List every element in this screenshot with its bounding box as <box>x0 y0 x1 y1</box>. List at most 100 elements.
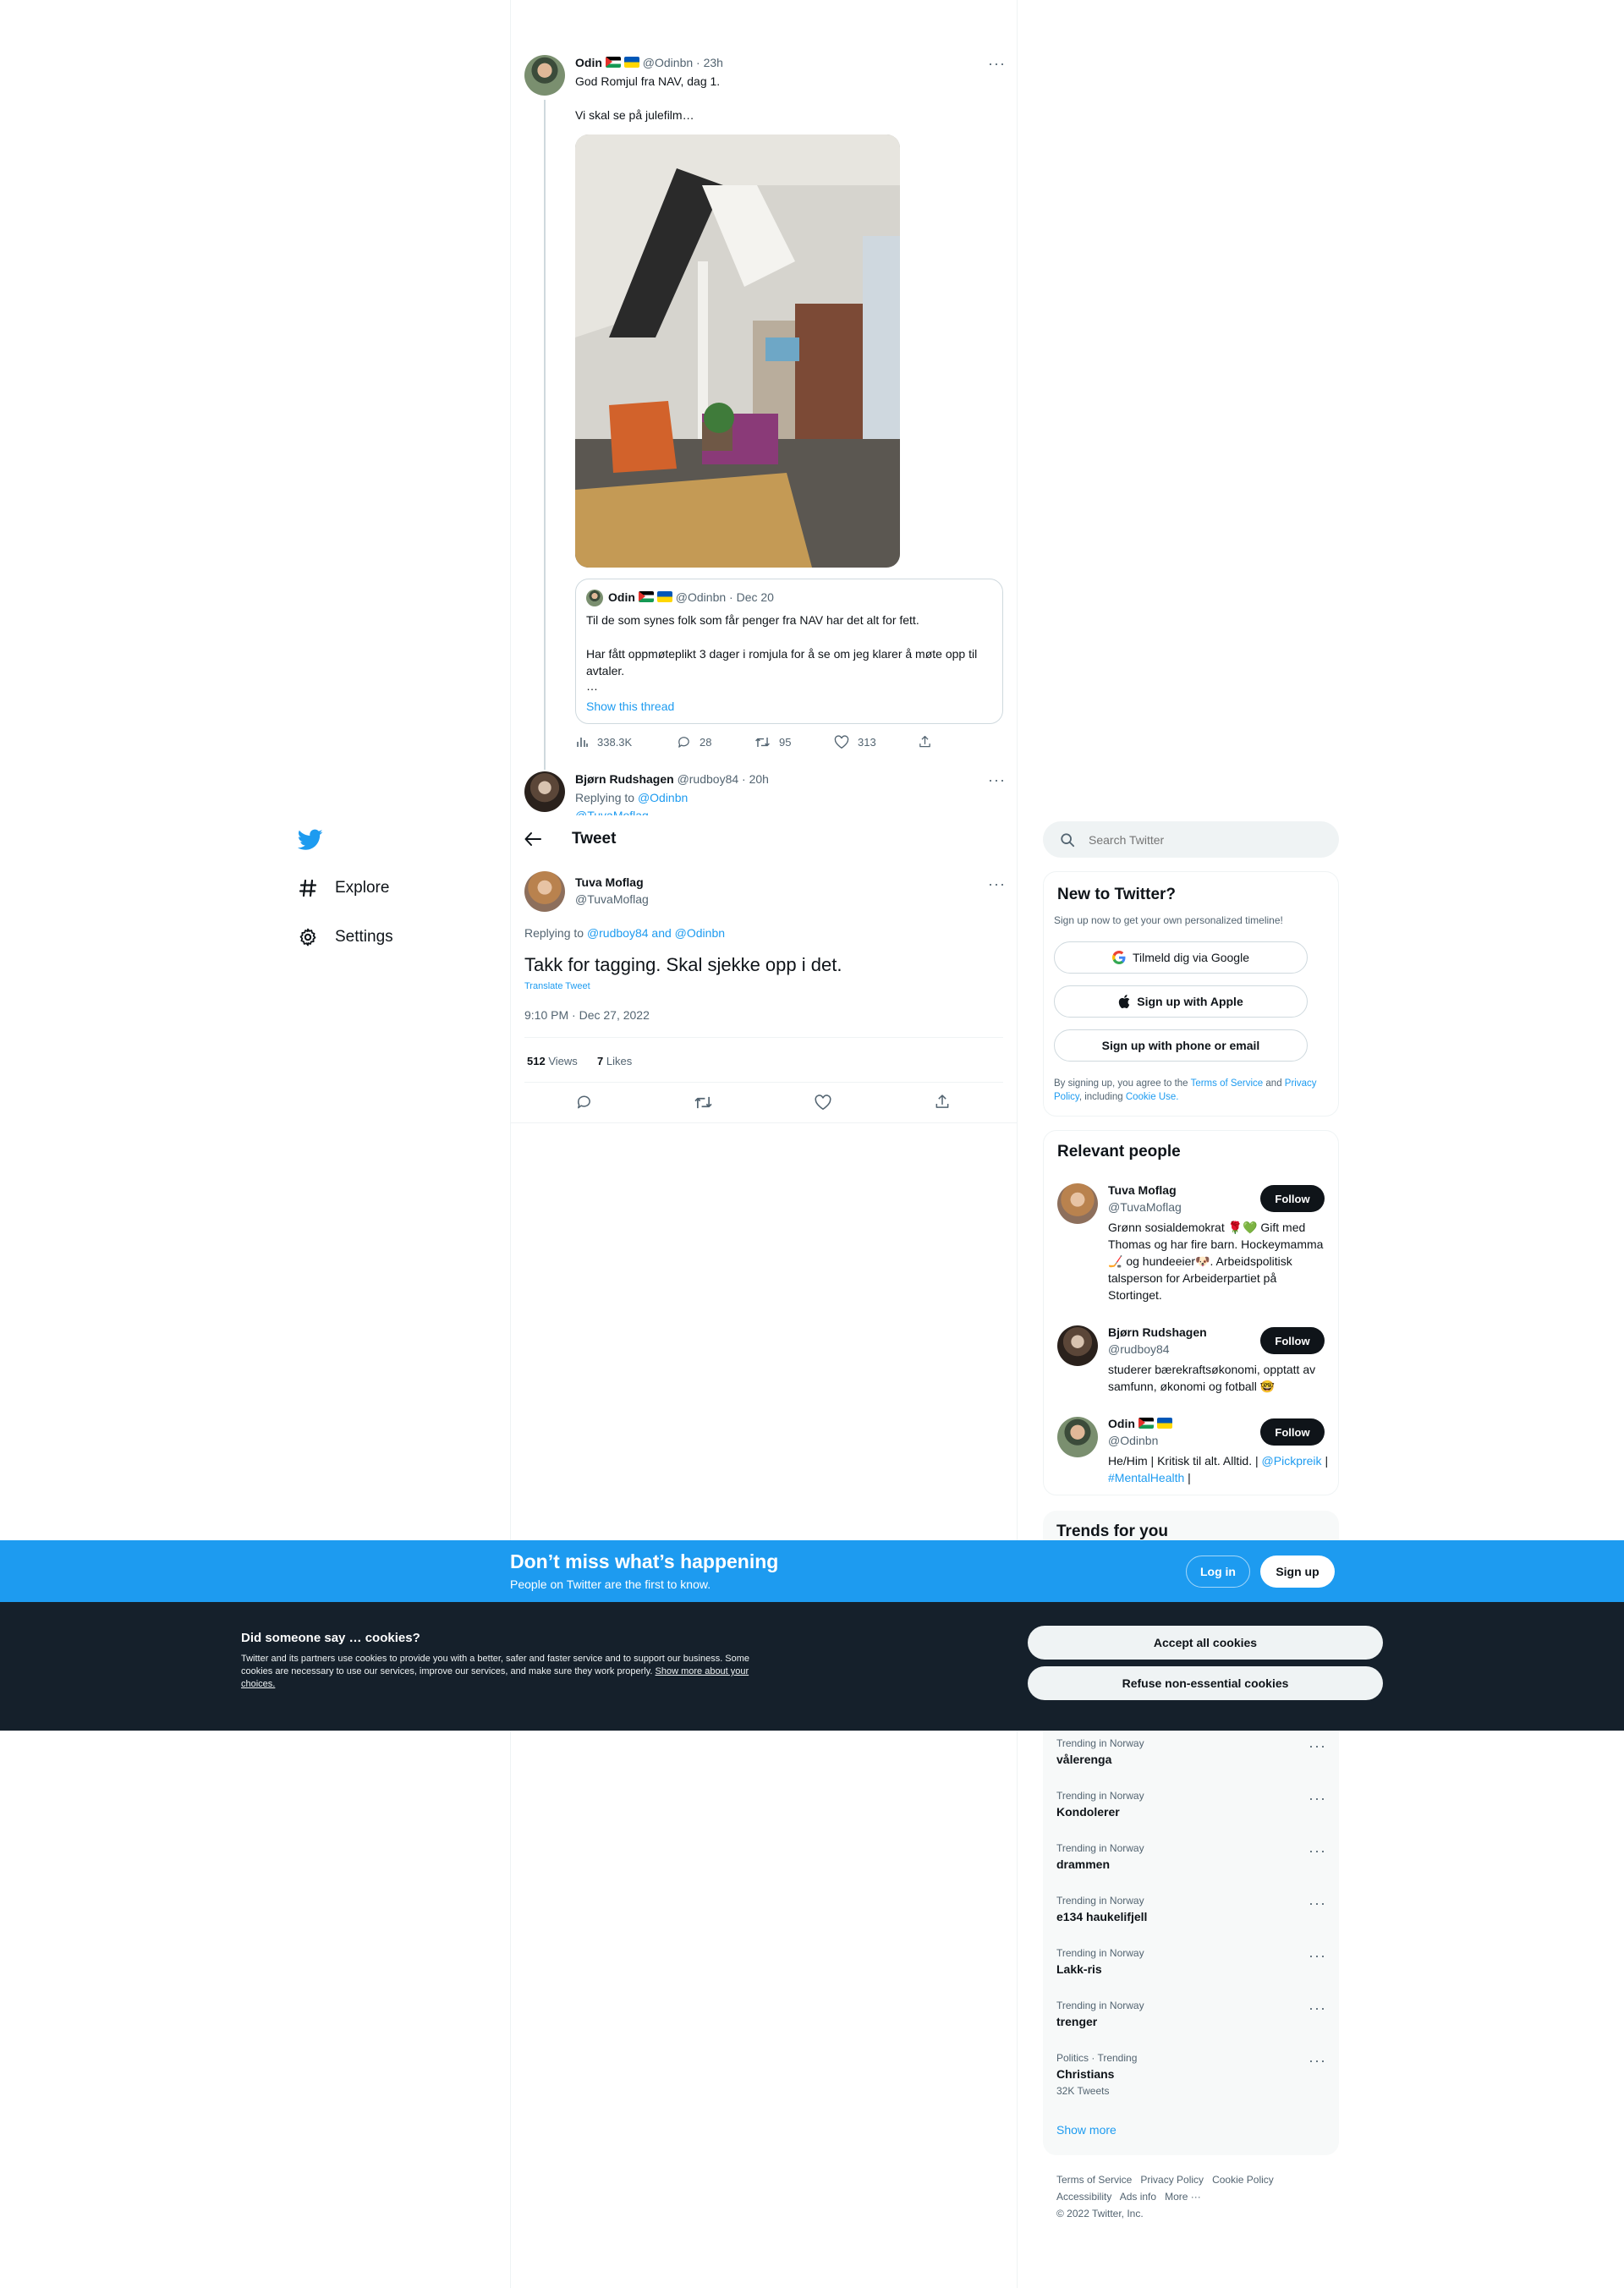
avatar[interactable] <box>524 771 565 812</box>
views-summary[interactable]: 512 Views <box>527 1055 578 1067</box>
person-handle[interactable]: @TuvaMoflag <box>1108 1200 1182 1214</box>
tweet-photo[interactable] <box>575 134 900 568</box>
person-handle[interactable]: @rudboy84 <box>1108 1342 1170 1356</box>
trend-item[interactable]: Trending in Norway vålerenga <box>1056 1737 1144 1766</box>
retweet-icon[interactable] <box>694 1095 713 1111</box>
author-handle[interactable]: @rudboy84 <box>678 772 739 786</box>
replying-to-users[interactable]: @rudboy84 and @Odinbn <box>587 926 725 940</box>
replying-to-user-2[interactable]: @TuvaMoflag <box>575 809 649 815</box>
more-options-icon[interactable]: ··· <box>1309 1948 1326 1963</box>
tweet-header: Odin @Odinbn · 23h <box>575 56 723 69</box>
footer-privacy-link[interactable]: Privacy Policy <box>1140 2174 1204 2186</box>
terms-link[interactable]: Terms of Service <box>1191 1078 1264 1089</box>
avatar[interactable] <box>524 55 565 96</box>
footer-accessibility-link[interactable]: Accessibility <box>1056 2191 1111 2203</box>
reply-icon <box>678 737 689 748</box>
tweet-time[interactable]: 20h <box>749 772 769 786</box>
accept-cookies-button[interactable]: Accept all cookies <box>1028 1626 1383 1660</box>
share-icon[interactable] <box>934 1093 951 1111</box>
footer-terms-link[interactable]: Terms of Service <box>1056 2174 1132 2186</box>
divider <box>524 1037 1003 1038</box>
follow-button[interactable]: Follow <box>1260 1418 1325 1446</box>
trend-item[interactable]: Trending in Norway Lakk-ris <box>1056 1947 1144 1976</box>
more-options-icon[interactable]: ··· <box>1309 1738 1326 1753</box>
quoted-tweet-card[interactable]: Odin @Odinbn · Dec 20 Til de som synes f… <box>575 579 1003 724</box>
avatar[interactable] <box>1057 1325 1098 1366</box>
trend-item[interactable]: Trending in Norway drammen <box>1056 1842 1144 1871</box>
back-arrow-icon[interactable] <box>524 831 541 847</box>
trend-name: Kondolerer <box>1056 1805 1120 1819</box>
search-input[interactable] <box>1089 821 1325 858</box>
likes-label: Likes <box>606 1055 633 1067</box>
bio-hashtag-link[interactable]: #MentalHealth <box>1108 1471 1184 1484</box>
person-name[interactable]: Tuva Moflag <box>1108 1183 1177 1197</box>
refuse-cookies-button[interactable]: Refuse non-essential cookies <box>1028 1666 1383 1700</box>
footer-ads-link[interactable]: Ads info <box>1120 2191 1156 2203</box>
person-name-row[interactable]: Odin <box>1108 1417 1172 1430</box>
trend-item[interactable]: Trending in Norway Kondolerer <box>1056 1790 1144 1819</box>
more-options-icon[interactable]: ··· <box>1309 2000 1326 2016</box>
more-options-icon[interactable]: ··· <box>1309 1896 1326 1911</box>
replying-to-label: Replying to <box>524 926 584 940</box>
tweet-time[interactable]: 23h <box>704 56 723 69</box>
reply-icon[interactable] <box>575 1094 593 1111</box>
more-options-icon[interactable]: ··· <box>1309 2053 1326 2068</box>
author-name[interactable]: Bjørn Rudshagen <box>575 772 674 786</box>
more-options-icon[interactable]: ··· <box>1309 1791 1326 1806</box>
phone-signup-button[interactable]: Sign up with phone or email <box>1054 1029 1308 1062</box>
like-button[interactable]: 313 <box>834 735 876 749</box>
more-options-icon[interactable]: ··· <box>1309 1843 1326 1858</box>
trend-item[interactable]: Politics · Trending Christians 32K Tweet… <box>1056 2052 1137 2097</box>
show-thread-link[interactable]: Show this thread <box>586 700 674 713</box>
like-count: 313 <box>858 736 876 749</box>
trend-item[interactable]: Trending in Norway trenger <box>1056 2000 1144 2028</box>
signup-banner: Don’t miss what’s happening People on Tw… <box>0 1540 1624 1602</box>
views-count: 512 <box>527 1055 546 1067</box>
trend-category: Trending in Norway <box>1056 1895 1144 1907</box>
views-stat[interactable]: 338.3K <box>575 735 632 749</box>
apple-signup-button[interactable]: Sign up with Apple <box>1054 985 1308 1018</box>
person-handle[interactable]: @Odinbn <box>1108 1434 1158 1447</box>
follow-button[interactable]: Follow <box>1260 1185 1325 1212</box>
likes-summary[interactable]: 7 Likes <box>597 1055 632 1067</box>
avatar[interactable] <box>524 871 565 912</box>
nav-explore[interactable]: Explore <box>298 878 389 898</box>
google-signup-button[interactable]: Tilmeld dig via Google <box>1054 941 1308 974</box>
footer-cookie-link[interactable]: Cookie Policy <box>1212 2174 1274 2186</box>
footer-more-link[interactable]: More ··· <box>1165 2191 1201 2203</box>
more-options-icon[interactable]: ··· <box>988 876 1006 892</box>
cookie-use-link[interactable]: Cookie Use. <box>1126 1092 1179 1102</box>
author-handle[interactable]: @Odinbn <box>643 56 693 69</box>
replying-to-user[interactable]: @Odinbn <box>638 791 688 804</box>
signup-button[interactable]: Sign up <box>1260 1556 1335 1588</box>
trend-item[interactable]: Trending in Norway e134 haukelifjell <box>1056 1895 1147 1923</box>
reply-button[interactable]: 28 <box>677 735 711 749</box>
translate-tweet-link[interactable]: Translate Tweet <box>524 981 590 991</box>
author-name[interactable]: Odin <box>575 56 602 69</box>
share-icon[interactable] <box>918 734 932 749</box>
heart-icon[interactable] <box>814 1095 832 1111</box>
nav-settings[interactable]: Settings <box>298 927 393 947</box>
twitter-logo-icon[interactable] <box>298 829 323 851</box>
person-name[interactable]: Bjørn Rudshagen <box>1108 1325 1207 1339</box>
banner-title: Don’t miss what’s happening <box>510 1550 779 1572</box>
trend-category: Trending in Norway <box>1056 1842 1144 1854</box>
retweet-button[interactable]: 95 <box>754 735 791 749</box>
tweet-timestamp[interactable]: 9:10 PM · Dec 27, 2022 <box>524 1008 650 1022</box>
login-button[interactable]: Log in <box>1186 1556 1250 1588</box>
replying-to: Replying to @Odinbn <box>575 791 688 804</box>
bio-separator: | <box>1325 1454 1329 1468</box>
follow-button[interactable]: Follow <box>1260 1327 1325 1354</box>
more-options-icon[interactable]: ··· <box>988 772 1006 787</box>
search-box[interactable] <box>1043 821 1339 858</box>
trend-name: trenger <box>1056 2015 1098 2028</box>
author-name[interactable]: Tuva Moflag <box>575 875 644 889</box>
more-options-icon[interactable]: ··· <box>988 56 1006 71</box>
bio-mention-link[interactable]: @Pickpreik <box>1262 1454 1322 1468</box>
show-more-link[interactable]: Show more <box>1056 2123 1116 2137</box>
avatar[interactable] <box>1057 1417 1098 1457</box>
avatar[interactable] <box>1057 1183 1098 1224</box>
google-signup-label: Tilmeld dig via Google <box>1133 951 1249 964</box>
ukraine-flag-icon <box>623 57 639 68</box>
author-handle[interactable]: @TuvaMoflag <box>575 892 649 906</box>
